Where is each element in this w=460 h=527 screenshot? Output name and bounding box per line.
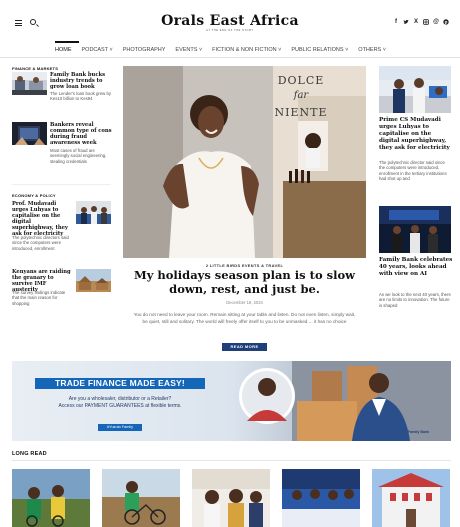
list-item[interactable]: Kenyans are raiding the granary to survi… (12, 268, 112, 316)
x-icon[interactable]: X (413, 19, 419, 25)
article-excerpt: The survey findings indicate that the ma… (12, 290, 66, 306)
article-thumbnail[interactable] (379, 66, 451, 113)
nav-item-events[interactable]: EVENTS ˅ (175, 47, 202, 53)
nav-item-photography[interactable]: PHOTOGRAPHY (123, 47, 166, 53)
article-thumbnail[interactable] (12, 122, 47, 145)
site-header: Orals East Africa AT THE END OF THE STOR… (0, 0, 460, 40)
article-excerpt: Most cases of fraud are seemingly social… (50, 148, 107, 164)
list-item[interactable]: Bankers reveal common type of cons durin… (12, 122, 112, 177)
main-nav: HOME PODCAST ˅ PHOTOGRAPHY EVENTS ˅ FICT… (55, 41, 415, 56)
long-read-label[interactable]: LONG READ (12, 451, 47, 457)
twitter-icon[interactable] (403, 19, 409, 25)
hero-sign-line1: DOLCE (277, 74, 325, 87)
section-label-finance[interactable]: FINANCE & MARKETS (12, 66, 58, 71)
long-read-divider (12, 460, 451, 461)
article-excerpt: As we look to the next 40 years, there a… (379, 292, 451, 308)
article-thumbnail[interactable] (12, 72, 47, 95)
article-thumbnail[interactable] (379, 206, 451, 253)
facebook-icon[interactable]: f (393, 19, 399, 25)
search-icon[interactable] (30, 19, 36, 25)
hero-excerpt: You do not need to leave your room. Rema… (133, 312, 356, 324)
threads-icon[interactable]: @ (433, 19, 439, 25)
hero-image[interactable]: DOLCE far NIENTE (123, 66, 366, 258)
read-more-button[interactable]: READ MORE (222, 343, 267, 351)
article-title[interactable]: Family Bank bucks industry trends to gro… (50, 72, 112, 90)
long-read-thumbnail[interactable] (102, 469, 180, 527)
nav-item-fiction[interactable]: FICTION & NON FICTION ˅ (212, 47, 281, 53)
article-title[interactable]: Prime CS Mudavadi urges Luhyas to capita… (379, 117, 453, 152)
hero-sign-line2: far (293, 90, 309, 101)
site-tagline: AT THE END OF THE STORY (206, 29, 254, 32)
ad-brand-logo: Family Bank (408, 430, 430, 434)
hero-title[interactable]: My holidays season plan is to slow down,… (128, 268, 361, 296)
long-read-thumbnail[interactable] (372, 469, 450, 527)
article-thumbnail[interactable] (76, 269, 111, 292)
ad-line-2: Access our PAYMENT GUARANTEES at flexibl… (58, 403, 182, 409)
section-divider (12, 184, 111, 185)
long-read-thumbnail[interactable] (12, 469, 90, 527)
list-item[interactable]: Prof. Mudavadi urges Luhyas to capitalis… (12, 200, 112, 262)
article-title[interactable]: Bankers reveal common type of cons durin… (50, 122, 112, 146)
nav-active-indicator (55, 41, 79, 43)
svg-text:p: p (445, 20, 448, 25)
social-icons: f X @ p (393, 19, 449, 25)
pinterest-icon[interactable]: p (443, 19, 449, 25)
hero-date: December 19, 2024 (226, 300, 263, 305)
nav-item-home[interactable]: HOME (55, 47, 72, 53)
hamburger-icon[interactable] (15, 20, 22, 26)
ad-headline[interactable]: TRADE FINANCE MADE EASY! (35, 378, 205, 389)
article-excerpt: The polytechnic directors said since the… (12, 235, 69, 251)
list-item[interactable]: Family Bank bucks industry trends to gro… (12, 72, 112, 117)
long-read-thumbnail[interactable] (282, 469, 360, 527)
article-excerpt: The Lender's loan book grew by Kes10 bil… (50, 91, 112, 102)
article-thumbnail[interactable] (76, 201, 111, 224)
nav-item-others[interactable]: OTHERS ˅ (358, 47, 386, 53)
nav-divider (0, 57, 460, 58)
article-title[interactable]: Family Bank celebrates 40 years, looks a… (379, 257, 453, 278)
ad-line-1: Are you a wholesaler, distributor or a R… (68, 396, 172, 402)
article-title[interactable]: Prof. Mudavadi urges Luhyas to capitalis… (12, 201, 72, 237)
article-excerpt: The polytechnic director said since the … (379, 160, 447, 182)
section-label-economy[interactable]: ECONOMY & POLICY (12, 193, 56, 198)
nav-item-public-relations[interactable]: PUBLIC RELATIONS ˅ (291, 47, 348, 53)
ad-hashtag: #Yuzuto Family (98, 424, 142, 431)
long-read-thumbnail[interactable] (192, 469, 270, 527)
instagram-icon[interactable] (423, 19, 429, 25)
site-logo[interactable]: Orals East Africa (160, 13, 300, 29)
nav-item-podcast[interactable]: PODCAST ˅ (82, 47, 113, 53)
hero-sign-line3: NIENTE (274, 106, 328, 119)
